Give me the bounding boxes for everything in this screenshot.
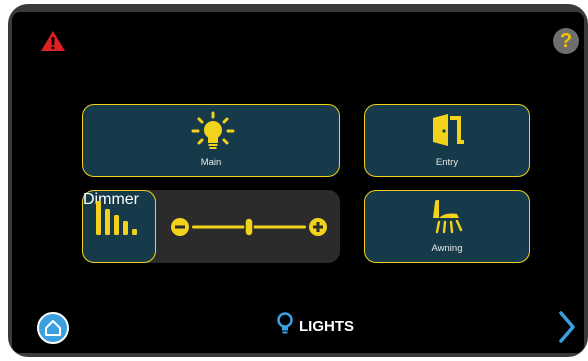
slider-thumb[interactable] — [244, 217, 254, 237]
dimmer-panel: Dimmer — [82, 190, 340, 263]
entry-light-button[interactable]: Entry — [364, 104, 530, 177]
light-bulb-icon — [191, 111, 235, 156]
awning-light-icon — [429, 200, 467, 241]
light-bulb-outline-icon — [277, 312, 293, 340]
chevron-right-icon — [557, 311, 577, 348]
page-title-text: LIGHTS — [299, 317, 354, 335]
help-button[interactable]: ? — [553, 28, 579, 54]
warning-triangle-icon[interactable] — [40, 30, 66, 57]
awning-label: Awning — [431, 243, 463, 254]
next-page-button[interactable] — [557, 310, 577, 349]
main-label: Main — [200, 157, 222, 168]
plus-icon[interactable] — [309, 218, 327, 236]
dimmer-button[interactable]: Dimmer — [82, 190, 156, 263]
bars-icon — [94, 199, 146, 242]
door-icon — [431, 114, 465, 151]
main-light-button[interactable]: Main — [82, 104, 340, 177]
minus-icon[interactable] — [171, 218, 189, 236]
entry-label: Entry — [435, 157, 459, 168]
touch-screen: ? Main Entry Dimmer Awning LIGHTS — [12, 12, 584, 353]
home-button[interactable] — [37, 312, 69, 344]
awning-light-button[interactable]: Awning — [364, 190, 530, 263]
home-icon — [44, 319, 62, 342]
dimmer-slider[interactable] — [170, 212, 330, 242]
page-title: LIGHTS — [277, 312, 354, 340]
